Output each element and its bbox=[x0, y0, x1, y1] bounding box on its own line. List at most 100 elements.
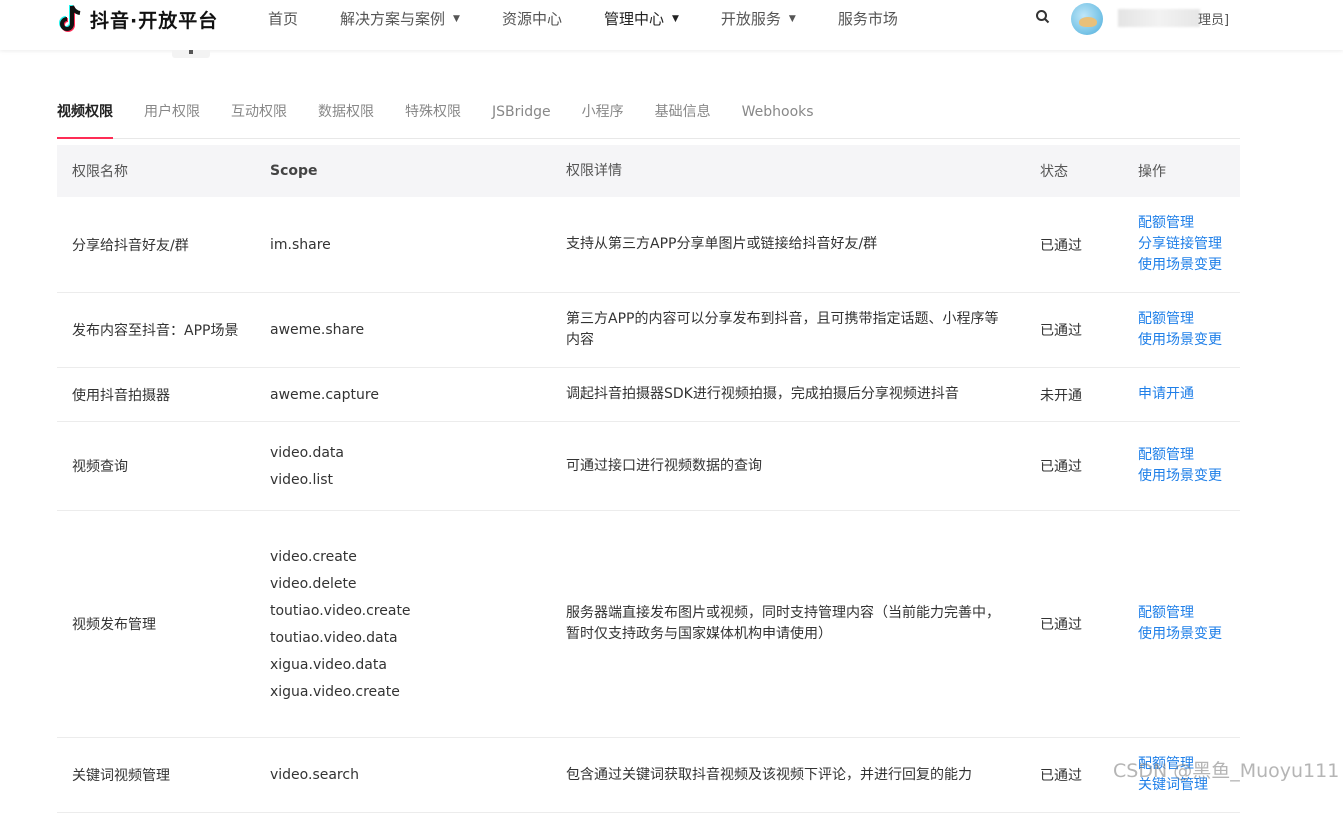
tab-item[interactable]: Webhooks bbox=[742, 100, 814, 138]
op-link[interactable]: 配额管理 bbox=[1138, 309, 1240, 330]
permission-detail: 可通过接口进行视频数据的查询 bbox=[566, 457, 762, 474]
table-row: 分享给抖音好友/群 im.share 支持从第三方APP分享单图片或链接给抖音好友/… bbox=[57, 197, 1240, 293]
scope-item: toutiao.video.create bbox=[270, 602, 411, 619]
status-text: 已通过 bbox=[1040, 323, 1082, 339]
scope-cell: video.data video.list bbox=[270, 436, 566, 497]
table-body: 分享给抖音好友/群 im.share 支持从第三方APP分享单图片或链接给抖音好友/… bbox=[57, 197, 1240, 813]
permission-table: 权限名称 Scope 权限详情 状态 操作 分享给抖音好友/群 im.share 支… bbox=[57, 145, 1240, 813]
chevron-down-icon: ▼ bbox=[788, 13, 796, 24]
op-link[interactable]: 使用场景变更 bbox=[1138, 255, 1240, 276]
op-link[interactable]: 配额管理 bbox=[1138, 445, 1240, 466]
status-text: 已通过 bbox=[1040, 617, 1082, 633]
ops-cell: 配额管理 使用场景变更 bbox=[1138, 603, 1240, 645]
scope-item: video.data bbox=[270, 444, 344, 461]
nav-item[interactable]: 开放服务 ▼ bbox=[721, 8, 796, 29]
op-link[interactable]: 使用场景变更 bbox=[1138, 330, 1240, 351]
table-header: 权限名称 Scope 权限详情 状态 操作 bbox=[57, 145, 1240, 197]
tab-item[interactable]: 用户权限 bbox=[144, 100, 200, 138]
op-link[interactable]: 配额管理 bbox=[1138, 603, 1240, 624]
permission-detail: 调起抖音拍摄器SDK进行视频拍摄，完成拍摄后分享视频进抖音 bbox=[566, 386, 959, 402]
nav-item[interactable]: 首页 bbox=[268, 8, 298, 29]
nav-item-label: 开放服务 bbox=[720, 10, 781, 28]
scope-item: xigua.video.data bbox=[270, 656, 387, 673]
scope-cell: video.create video.delete toutiao.video.cr… bbox=[270, 540, 566, 709]
table-row: 视频查询 video.data video.list 可通过接口进行视频数据的查询 已通… bbox=[57, 422, 1240, 511]
nav-item[interactable]: 资源中心 bbox=[502, 8, 562, 29]
watermark: CSDN @黑鱼_Muoyu111 bbox=[1113, 760, 1340, 782]
top-header: 抖音·开放平台 首页 解决方案与案例 ▼ 资源中心 管理中心 ▼ 开放服务 ▼ 服务市场 理员] bbox=[0, 0, 1343, 50]
nav-item-label: 解决方案与案例 bbox=[340, 10, 446, 28]
permission-detail: 包含通过关键词获取抖音视频及该视频下评论，并进行回复的能力 bbox=[566, 766, 972, 783]
scope-item: video.create bbox=[270, 548, 357, 565]
table-row: 使用抖音拍摄器 aweme.capture 调起抖音拍摄器SDK进行视频拍摄，完成拍… bbox=[57, 368, 1240, 422]
main-nav: 首页 解决方案与案例 ▼ 资源中心 管理中心 ▼ 开放服务 ▼ 服务市场 bbox=[268, 8, 940, 29]
status-text: 已通过 bbox=[1040, 459, 1082, 475]
search-icon[interactable] bbox=[1034, 8, 1052, 26]
ops-cell: 申请开通 bbox=[1138, 384, 1240, 405]
nav-item-label: 首页 bbox=[268, 10, 299, 28]
op-link[interactable]: 使用场景变更 bbox=[1138, 466, 1240, 487]
nav-item[interactable]: 服务市场 bbox=[838, 8, 898, 29]
ops-cell: 配额管理 使用场景变更 bbox=[1138, 445, 1240, 487]
scope-item: aweme.capture bbox=[270, 386, 379, 403]
permission-name: 使用抖音拍摄器 bbox=[72, 387, 170, 404]
douyin-logo-icon bbox=[59, 5, 81, 32]
scope-cell: aweme.capture bbox=[270, 378, 566, 412]
tab-item[interactable]: 特殊权限 bbox=[405, 100, 461, 138]
header-scope: Scope bbox=[270, 163, 318, 179]
nav-item[interactable]: 解决方案与案例 ▼ bbox=[340, 8, 460, 29]
nav-item[interactable]: 管理中心 ▼ bbox=[604, 8, 679, 29]
nav-item-label: 管理中心 bbox=[603, 10, 664, 28]
nav-item-label: 服务市场 bbox=[837, 10, 898, 28]
header-name: 权限名称 bbox=[72, 164, 128, 180]
permission-name: 关键词视频管理 bbox=[72, 768, 170, 784]
table-row: 发布内容至抖音：APP场景 aweme.share 第三方APP的内容可以分享发布到… bbox=[57, 293, 1240, 368]
tab-item[interactable]: 基础信息 bbox=[655, 100, 711, 138]
chevron-down-icon: ▼ bbox=[671, 13, 679, 24]
logo-text: 抖音·开放平台 bbox=[90, 9, 219, 32]
permission-name: 发布内容至抖音：APP场景 bbox=[72, 323, 239, 339]
username-suffix[interactable]: 理员] bbox=[1198, 9, 1229, 28]
permission-name: 视频发布管理 bbox=[72, 617, 156, 633]
scope-item: im.share bbox=[270, 236, 331, 253]
scope-item: video.list bbox=[270, 471, 334, 488]
chevron-down-icon: ▼ bbox=[453, 13, 460, 24]
scope-cell: video.search bbox=[270, 758, 566, 792]
permission-name: 视频查询 bbox=[72, 459, 128, 475]
scope-item: aweme.share bbox=[270, 322, 365, 338]
scope-item: toutiao.video.data bbox=[270, 629, 398, 646]
scope-item: video.search bbox=[270, 767, 359, 783]
permission-detail: 第三方APP的内容可以分享发布到抖音，且可携带指定话题、小程序等内容 bbox=[566, 311, 999, 348]
tab-item[interactable]: 数据权限 bbox=[318, 100, 374, 138]
nav-item-label: 资源中心 bbox=[501, 10, 562, 28]
avatar[interactable] bbox=[1071, 3, 1103, 35]
username-blurred bbox=[1118, 9, 1200, 27]
ops-cell: 配额管理 使用场景变更 bbox=[1138, 309, 1240, 351]
table-row: 关键词视频管理 video.search 包含通过关键词获取抖音视频及该视频下评论，… bbox=[57, 738, 1240, 813]
permission-tabs: 视频权限 用户权限 互动权限 数据权限 特殊权限 JSBridge 小程序 基础信息 Webho… bbox=[57, 100, 1240, 139]
scope-item: video.delete bbox=[270, 575, 357, 592]
op-link[interactable]: 申请开通 bbox=[1138, 384, 1240, 405]
tab-item[interactable]: 视频权限 bbox=[57, 100, 113, 139]
scope-cell: im.share bbox=[270, 228, 566, 262]
logo[interactable]: 抖音·开放平台 bbox=[56, 2, 218, 36]
header-status: 状态 bbox=[1040, 164, 1068, 180]
op-link[interactable]: 使用场景变更 bbox=[1138, 624, 1240, 645]
permission-name: 分享给抖音好友/群 bbox=[72, 237, 189, 254]
status-text: 已通过 bbox=[1040, 237, 1082, 254]
op-link[interactable]: 配额管理 bbox=[1138, 213, 1240, 234]
scope-item: xigua.video.create bbox=[270, 683, 400, 700]
tab-item[interactable]: 互动权限 bbox=[231, 100, 287, 138]
header-ops: 操作 bbox=[1138, 164, 1166, 180]
op-link[interactable]: 分享链接管理 bbox=[1138, 234, 1240, 255]
ops-cell: 配额管理 分享链接管理 使用场景变更 bbox=[1138, 213, 1240, 276]
permission-detail: 服务器端直接发布图片或视频，同时支持管理内容（当前能力完善中，暂时仅支持政务与国… bbox=[566, 605, 1000, 642]
status-text: 未开通 bbox=[1040, 387, 1082, 404]
scope-cell: aweme.share bbox=[270, 313, 566, 347]
tab-item[interactable]: JSBridge bbox=[492, 100, 551, 138]
permission-detail: 支持从第三方APP分享单图片或链接给抖音好友/群 bbox=[566, 236, 878, 252]
header-detail: 权限详情 bbox=[566, 162, 622, 179]
tab-item[interactable]: 小程序 bbox=[582, 100, 624, 138]
table-row: 视频发布管理 video.create video.delete toutiao.vi… bbox=[57, 511, 1240, 738]
dropdown-stub bbox=[172, 50, 210, 58]
